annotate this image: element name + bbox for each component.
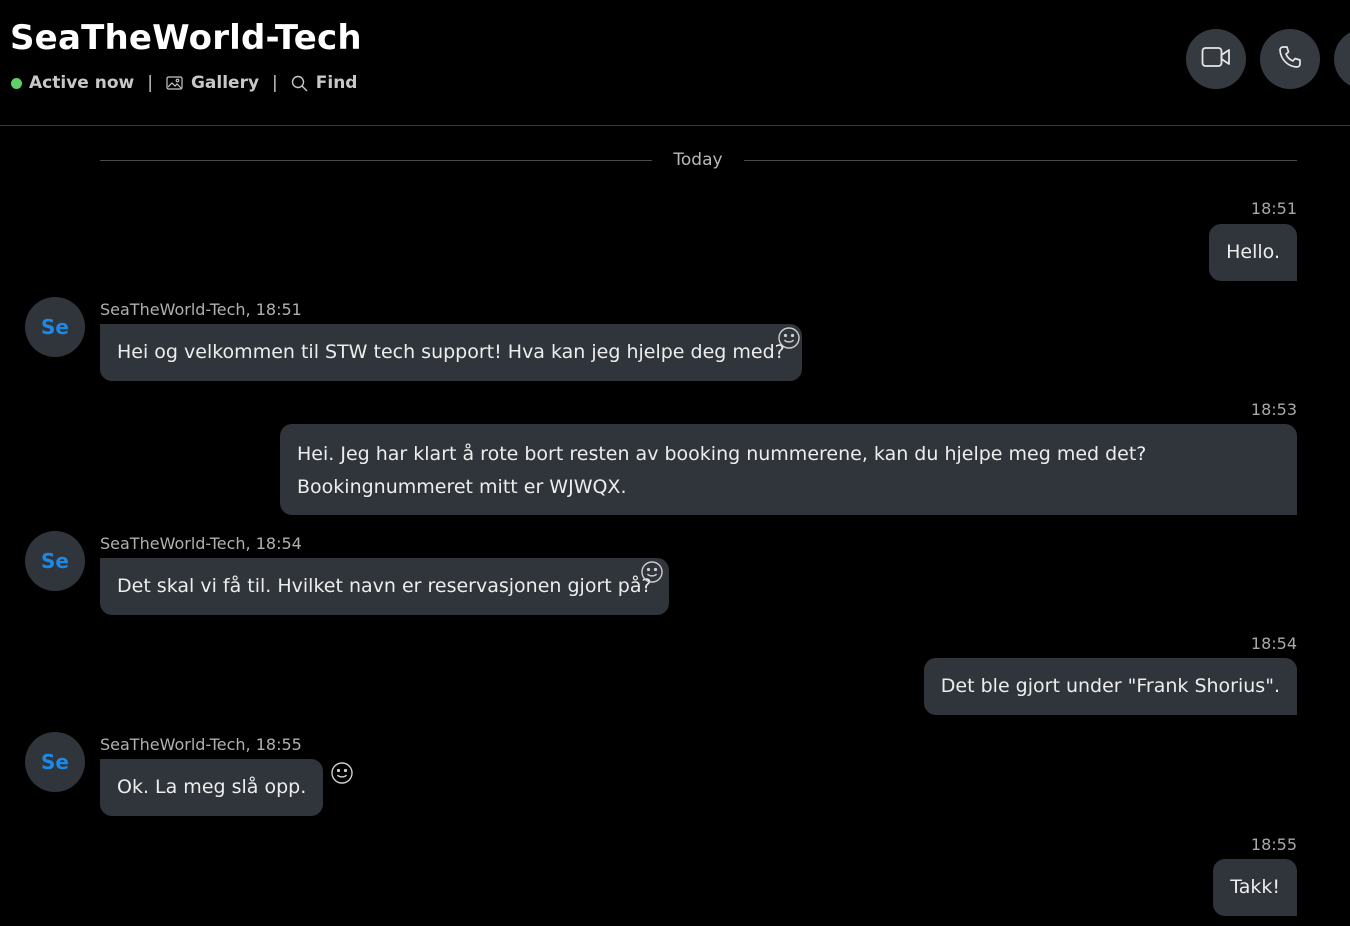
- separator: |: [147, 73, 153, 93]
- search-icon: [291, 75, 308, 92]
- incoming-message-bubble[interactable]: Ok. La meg slå opp.: [100, 759, 324, 816]
- incoming-message-bubble[interactable]: Det skal vi få til. Hvilket navn er rese…: [100, 558, 669, 615]
- outgoing-message-bubble[interactable]: Det ble gjort under "Frank Shorius".: [923, 658, 1297, 715]
- outgoing-message-bubble[interactable]: Takk!: [1213, 859, 1297, 916]
- incoming-message-bubble[interactable]: Hei og velkommen til STW tech support! H…: [100, 324, 802, 381]
- video-call-button[interactable]: [1186, 29, 1246, 89]
- date-divider-label: Today: [673, 150, 723, 170]
- avatar[interactable]: Se: [25, 732, 85, 792]
- avatar[interactable]: Se: [25, 531, 85, 591]
- header-subrow: Active now | Gallery | Find: [10, 72, 357, 94]
- find-label: Find: [315, 73, 358, 93]
- outgoing-message-bubble[interactable]: Hello.: [1209, 224, 1297, 281]
- message-timestamp: 18:54: [1250, 634, 1297, 653]
- gallery-icon: [166, 76, 183, 90]
- phone-icon: [1278, 45, 1302, 73]
- avatar[interactable]: Se: [25, 297, 85, 357]
- video-call-icon: [1201, 46, 1231, 72]
- sender-name-time: SeaTheWorld-Tech, 18:55: [100, 735, 302, 754]
- gallery-label: Gallery: [190, 73, 260, 93]
- more-options-button[interactable]: [1334, 29, 1350, 89]
- find-link[interactable]: Find: [291, 73, 358, 93]
- message-timestamp: 18:55: [1250, 835, 1297, 854]
- active-status-dot: [11, 77, 22, 89]
- add-reaction-button[interactable]: [777, 326, 801, 350]
- gallery-link[interactable]: Gallery: [166, 73, 259, 93]
- conversation-title: SeaTheWorld-Tech: [10, 18, 362, 58]
- sender-name-time: SeaTheWorld-Tech, 18:51: [100, 300, 302, 319]
- phone-call-button[interactable]: [1260, 29, 1320, 89]
- chat-header: SeaTheWorld-Tech Active now | Gallery |: [0, 0, 1350, 126]
- date-divider-line-right: [744, 160, 1297, 161]
- sender-name-time: SeaTheWorld-Tech, 18:54: [100, 534, 302, 553]
- smiley-icon: [330, 762, 354, 789]
- smiley-icon: [640, 561, 664, 588]
- message-timestamp: 18:53: [1250, 400, 1297, 419]
- message-timestamp: 18:51: [1250, 199, 1297, 218]
- smiley-icon: [777, 327, 801, 354]
- add-reaction-button[interactable]: [640, 560, 664, 584]
- separator: |: [272, 73, 278, 93]
- add-reaction-button[interactable]: [330, 761, 354, 785]
- date-divider-line-left: [100, 160, 652, 161]
- active-status-label: Active now: [29, 73, 135, 93]
- outgoing-message-bubble[interactable]: Hei. Jeg har klart å rote bort resten av…: [280, 424, 1297, 515]
